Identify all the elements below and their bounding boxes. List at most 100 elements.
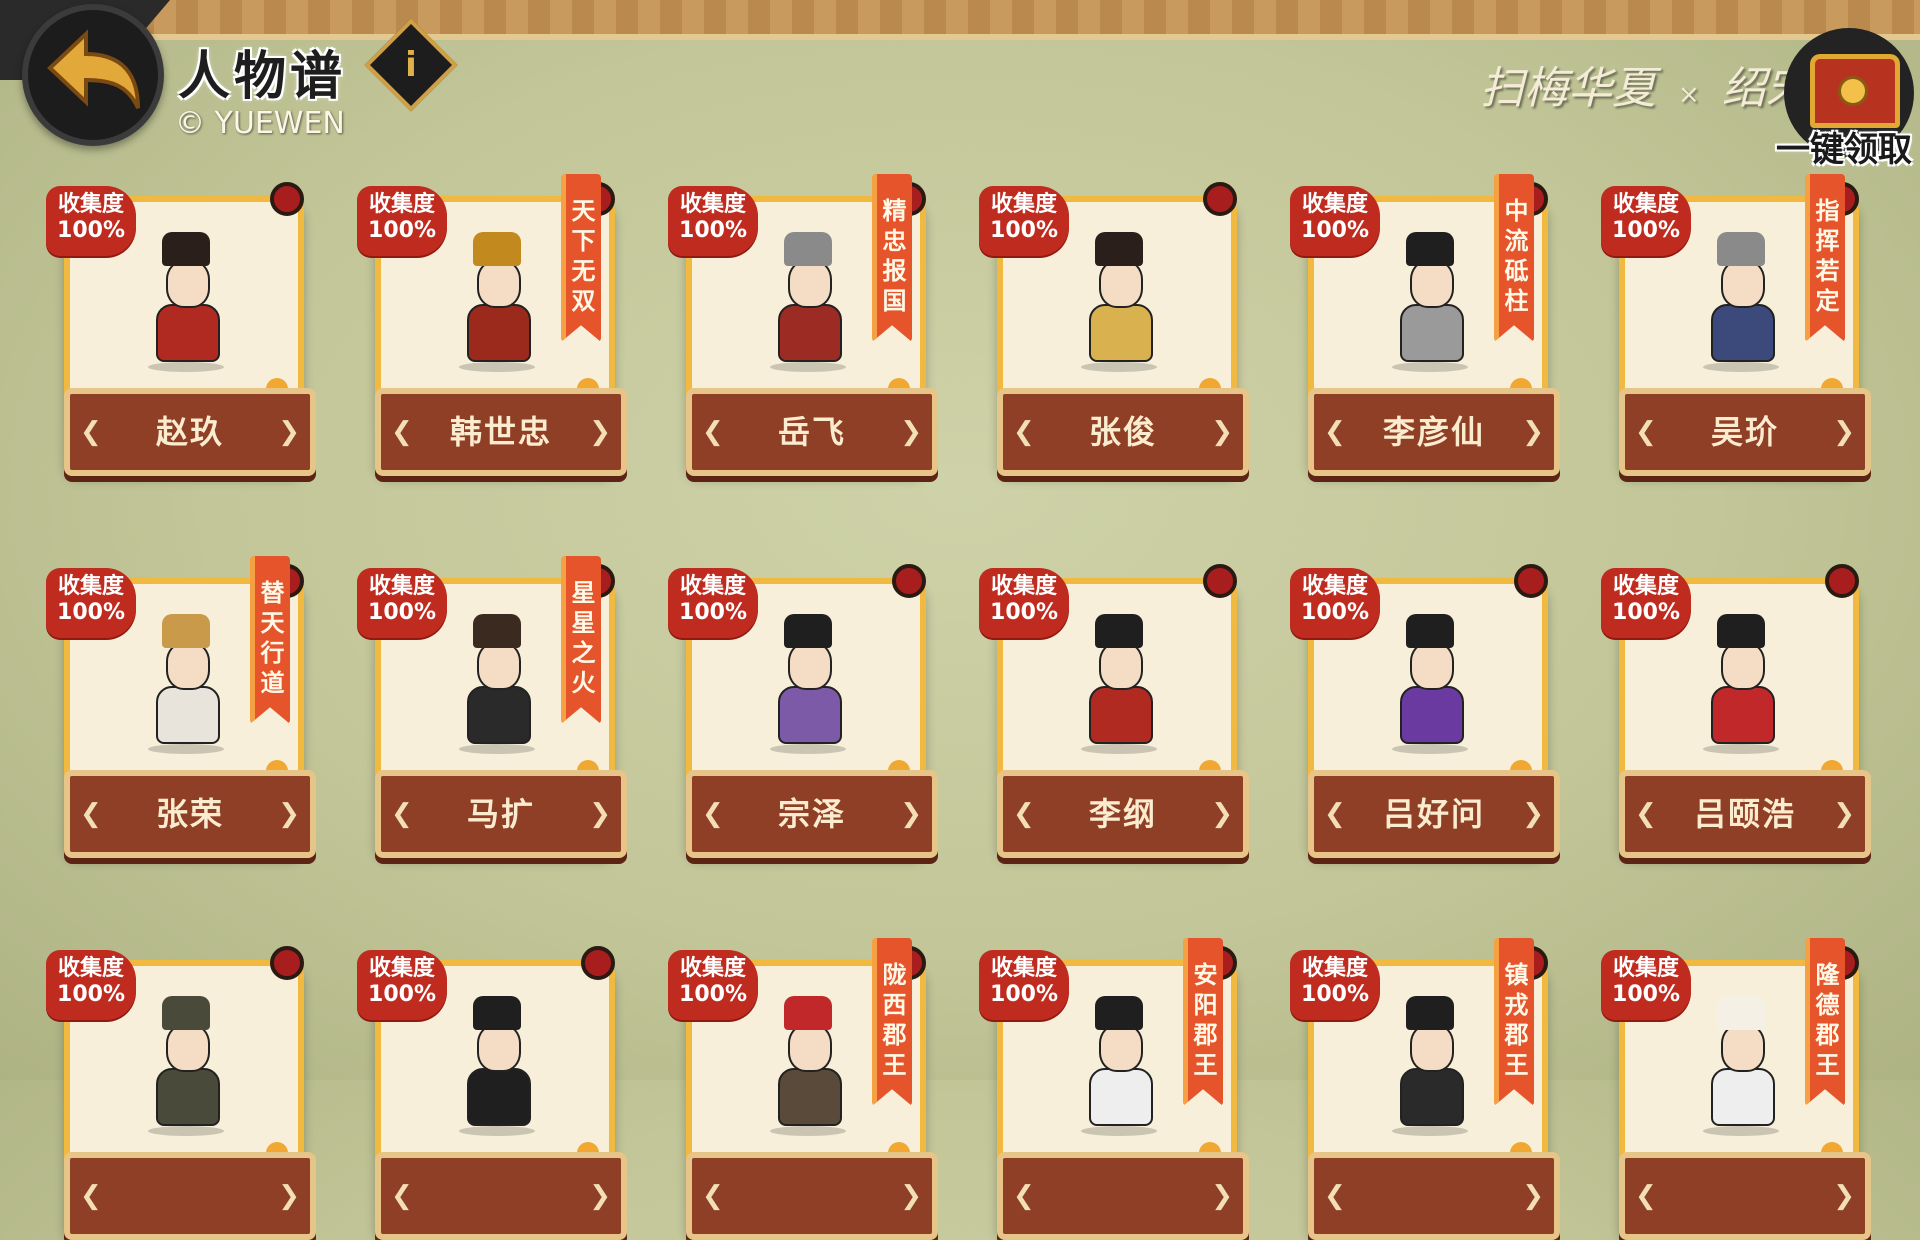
character-card[interactable]: 收集度 100% 替天行道 ❮ 张荣 ❯	[44, 542, 316, 858]
ornament-right-icon: ❯	[589, 1181, 611, 1211]
character-card[interactable]: 收集度 100% 精忠报国 ❮ 岳飞 ❯	[666, 160, 938, 476]
character-card[interactable]: 收集度 100% 星星之火 ❮ 马扩 ❯	[355, 542, 627, 858]
notification-dot	[892, 564, 926, 598]
character-portrait	[758, 614, 858, 764]
ornament-right-icon: ❯	[1833, 799, 1855, 829]
nameplate: ❮ ❯	[1619, 1152, 1871, 1240]
character-name: 吕好问	[1382, 795, 1485, 833]
badge-percent: 100%	[57, 982, 125, 1007]
badge-percent: 100%	[679, 982, 747, 1007]
ornament-right-icon: ❯	[900, 417, 922, 447]
ribbon-char: 国	[882, 287, 907, 315]
character-card[interactable]: 收集度 100% ❮ ❯	[355, 924, 627, 1240]
character-name: 张俊	[1088, 413, 1157, 451]
badge-label: 收集度	[990, 574, 1057, 599]
character-card[interactable]: 收集度 100% ❮ 宗泽 ❯	[666, 542, 938, 858]
ornament-right-icon: ❯	[589, 417, 611, 447]
character-portrait	[447, 996, 547, 1146]
character-card[interactable]: 收集度 100% ❮ 赵玖 ❯	[44, 160, 316, 476]
character-card[interactable]: 收集度 100% ❮ 吕颐浩 ❯	[1599, 542, 1871, 858]
ribbon-char: 安	[1193, 961, 1218, 989]
title-ribbon: 陇西郡王	[872, 938, 912, 1106]
character-card[interactable]: 收集度 100% 中流砥柱 ❮ 李彦仙 ❯	[1288, 160, 1560, 476]
ornament-left-icon: ❮	[1324, 1181, 1346, 1211]
title-ribbon: 替天行道	[250, 556, 290, 724]
badge-label: 收集度	[368, 956, 435, 981]
collection-badge: 收集度 100%	[357, 950, 447, 1020]
character-portrait	[1380, 232, 1480, 382]
nameplate: ❮ 赵玖 ❯	[64, 388, 316, 476]
badge-label: 收集度	[57, 574, 124, 599]
character-portrait	[136, 232, 236, 382]
ribbon-char: 定	[1815, 287, 1840, 315]
nameplate: ❮ 宗泽 ❯	[686, 770, 938, 858]
ribbon-char: 火	[571, 669, 596, 697]
badge-percent: 100%	[368, 600, 436, 625]
collection-badge: 收集度 100%	[668, 568, 758, 638]
ornament-left-icon: ❮	[1013, 799, 1035, 829]
ornament-right-icon: ❯	[278, 417, 300, 447]
badge-percent: 100%	[1301, 600, 1369, 625]
ribbon-char: 陇	[882, 961, 907, 989]
collection-badge: 收集度 100%	[1290, 950, 1380, 1020]
ornament-left-icon: ❮	[80, 417, 102, 447]
badge-label: 收集度	[57, 192, 124, 217]
ribbon-char: 西	[882, 991, 907, 1019]
character-card[interactable]: 收集度 100% 安阳郡王 ❮ ❯	[977, 924, 1249, 1240]
ribbon-char: 中	[1504, 197, 1529, 225]
ornament-right-icon: ❯	[1211, 1181, 1233, 1211]
badge-percent: 100%	[368, 982, 436, 1007]
character-card[interactable]: 收集度 100% 隆德郡王 ❮ ❯	[1599, 924, 1871, 1240]
character-card[interactable]: 收集度 100% 天下无双 ❮ 韩世忠 ❯	[355, 160, 627, 476]
ribbon-char: 柱	[1504, 287, 1529, 315]
badge-label: 收集度	[990, 192, 1057, 217]
badge-label: 收集度	[990, 956, 1057, 981]
character-name: 吴玠	[1710, 413, 1779, 451]
nameplate: ❮ 吴玠 ❯	[1619, 388, 1871, 476]
ornament-right-icon: ❯	[589, 799, 611, 829]
ribbon-char: 忠	[882, 227, 907, 255]
badge-percent: 100%	[57, 600, 125, 625]
ornament-right-icon: ❯	[900, 799, 922, 829]
ribbon-char: 镇	[1504, 961, 1529, 989]
character-card[interactable]: 收集度 100% ❮ ❯	[44, 924, 316, 1240]
character-name: 韩世忠	[449, 413, 552, 451]
nameplate: ❮ 李纲 ❯	[997, 770, 1249, 858]
character-card[interactable]: 收集度 100% 指挥若定 ❮ 吴玠 ❯	[1599, 160, 1871, 476]
badge-percent: 100%	[57, 218, 125, 243]
badge-percent: 100%	[990, 218, 1058, 243]
character-card[interactable]: 收集度 100% 镇戎郡王 ❮ ❯	[1288, 924, 1560, 1240]
ribbon-char: 双	[571, 287, 596, 315]
badge-label: 收集度	[679, 574, 746, 599]
badge-percent: 100%	[368, 218, 436, 243]
title-ribbon: 安阳郡王	[1183, 938, 1223, 1106]
badge-label: 收集度	[679, 956, 746, 981]
ribbon-char: 天	[571, 197, 596, 225]
ornament-left-icon: ❮	[80, 799, 102, 829]
ribbon-char: 行	[260, 639, 285, 667]
character-portrait	[1069, 232, 1169, 382]
nameplate: ❮ 吕好问 ❯	[1308, 770, 1560, 858]
badge-label: 收集度	[1612, 574, 1679, 599]
badge-label: 收集度	[1301, 192, 1368, 217]
ornament-right-icon: ❯	[1833, 417, 1855, 447]
ribbon-char: 隆	[1815, 961, 1840, 989]
collection-badge: 收集度 100%	[979, 568, 1069, 638]
character-name: 宗泽	[777, 795, 846, 833]
collection-badge: 收集度 100%	[979, 186, 1069, 256]
collection-badge: 收集度 100%	[357, 568, 447, 638]
nameplate: ❮ ❯	[64, 1152, 316, 1240]
title-ribbon: 中流砥柱	[1494, 174, 1534, 342]
title-ribbon: 天下无双	[561, 174, 601, 342]
character-name: 李彦仙	[1382, 413, 1485, 451]
ribbon-char: 郡	[1193, 1021, 1218, 1049]
character-card[interactable]: 收集度 100% ❮ 张俊 ❯	[977, 160, 1249, 476]
character-card[interactable]: 收集度 100% ❮ 吕好问 ❯	[1288, 542, 1560, 858]
ribbon-char: 替	[260, 579, 285, 607]
character-card[interactable]: 收集度 100% ❮ 李纲 ❯	[977, 542, 1249, 858]
badge-percent: 100%	[679, 600, 747, 625]
character-card[interactable]: 收集度 100% 陇西郡王 ❮ ❯	[666, 924, 938, 1240]
character-name: 吕颐浩	[1693, 795, 1796, 833]
character-portrait	[447, 614, 547, 764]
ornament-right-icon: ❯	[1211, 417, 1233, 447]
